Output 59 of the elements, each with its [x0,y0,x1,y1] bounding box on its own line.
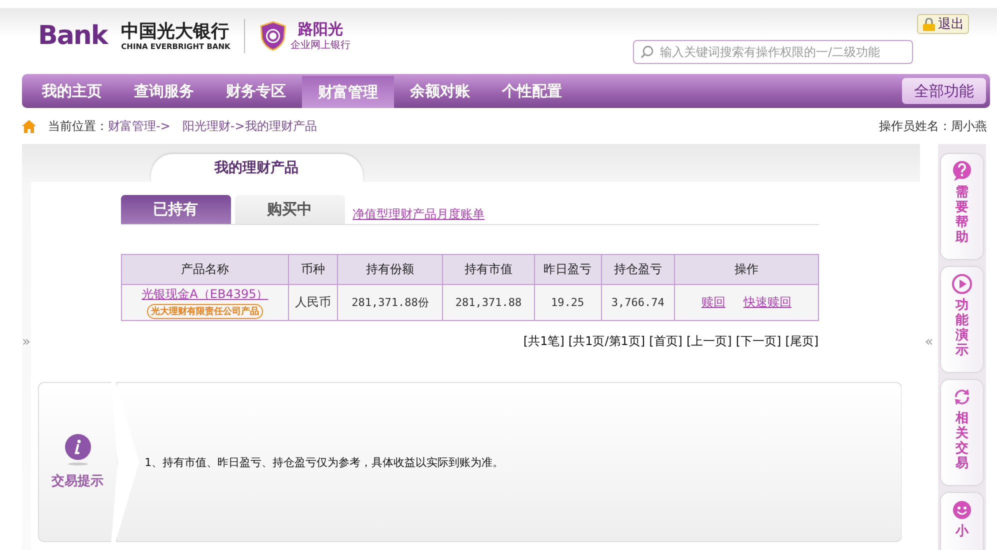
play-icon [951,273,973,295]
expand-toggle[interactable]: » [22,144,31,550]
nav-tab[interactable]: 余额对账 [394,74,486,108]
column-header: 持仓盈亏 [601,254,675,284]
table-cell: 281,371.88 [442,284,534,320]
operator-name: 操作员姓名：周小燕 [879,118,987,134]
bank-logo: Bank [38,21,108,51]
column-header: 产品名称 [121,254,289,284]
search-icon [640,45,654,59]
logout-button[interactable]: 退出 [917,14,969,34]
tip-text: 1、持有市值、昨日盈亏、持仓盈亏仅为参考，具体收益以实际到账为准。 [144,454,504,470]
collapse-toggle[interactable]: « [920,144,938,550]
side-panel-button[interactable]: 功能演示 [941,267,983,372]
product-link[interactable]: 光银现金A（EB4395） [122,286,288,303]
service-name: 路阳光 [298,20,343,38]
search-field[interactable]: 输入关键词搜索有操作权限的一/二级功能 [633,40,913,64]
table-cell: 281,371.88份 [337,284,443,320]
all-functions-button[interactable]: 全部功能 [902,78,986,104]
pager-link[interactable]: [上一页] [686,333,732,350]
pager-link[interactable]: [共1笔] [523,333,564,350]
tip-title: 交易提示 [52,472,104,490]
pager-link[interactable]: [首页] [649,333,682,350]
info-icon [64,434,92,466]
side-panel-button[interactable]: 相关交易 [941,380,983,485]
sub-tab[interactable]: 购买中 [234,195,345,224]
issuer-tag: 光大理财有限责任公司产品 [146,304,263,319]
breadcrumb-link[interactable]: 阳光理财->我的理财产品 [182,118,317,134]
nav-tab[interactable]: 财富管理 [302,76,394,108]
column-header: 持有市值 [442,254,534,284]
shield-logo-icon [259,21,288,51]
smiley-icon [951,499,973,521]
column-header: 持有份额 [337,254,443,284]
bank-name: 中国光大银行 [121,22,230,42]
pager-link[interactable]: [共1页/第1页] [568,333,646,350]
nav-tab[interactable]: 财务专区 [210,74,302,108]
page-tab[interactable]: 我的理财产品 [150,154,363,182]
table-cell: 3,766.74 [601,284,675,320]
redeem-link[interactable]: 赎回 [701,295,726,309]
breadcrumb-label: 当前位置： [48,118,108,134]
pager-link[interactable]: [下一页] [736,333,782,350]
side-panel-button[interactable]: 小 [941,493,983,550]
question-icon [951,160,973,182]
table-cell: 19.25 [534,284,602,320]
statement-link[interactable]: 净值型理财产品月度账单 [352,206,485,223]
home-icon [22,120,36,132]
column-header: 操作 [674,254,818,284]
sub-tab[interactable]: 已持有 [120,195,231,224]
nav-tab[interactable]: 个性配置 [486,74,578,108]
column-header: 昨日盈亏 [534,254,602,284]
lock-icon [922,18,936,30]
pager-link[interactable]: [尾页] [785,333,819,350]
redeem-link[interactable]: 快速赎回 [743,295,792,309]
service-caption: 企业网上银行 [290,38,350,52]
nav-tab[interactable]: 我的主页 [26,74,118,108]
breadcrumb-link[interactable]: 财富管理-> [108,118,170,134]
column-header: 币种 [288,254,338,284]
nav-tab[interactable]: 查询服务 [118,74,210,108]
side-panel-button[interactable]: 需要帮助 [941,154,983,259]
table-cell: 人民币 [288,284,338,320]
